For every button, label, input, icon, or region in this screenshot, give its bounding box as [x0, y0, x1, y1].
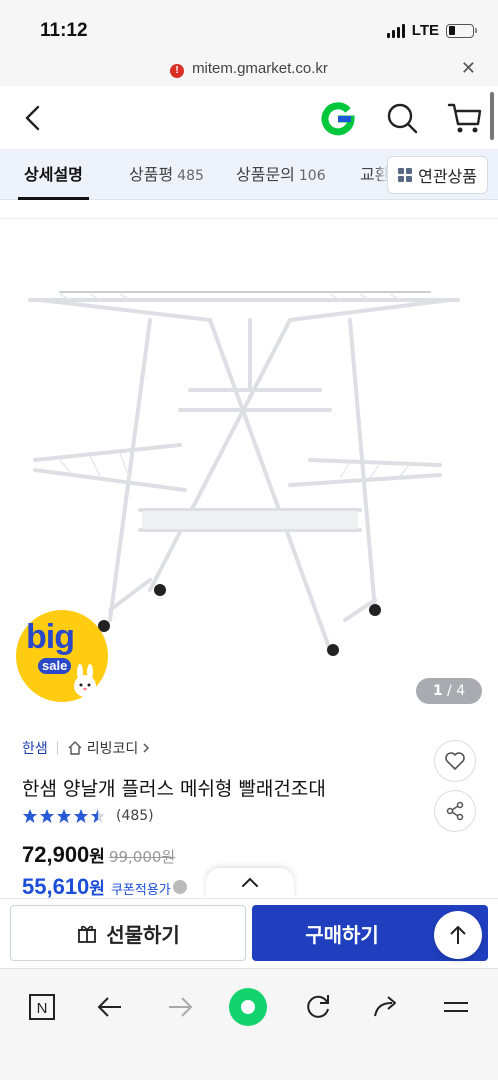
tab-inquiries[interactable]: 상품문의 106 — [236, 150, 326, 200]
coupon-price: 55,610 — [22, 874, 90, 899]
category-link[interactable]: 리빙코디 — [67, 738, 151, 758]
home-letter: N — [37, 1000, 48, 1017]
network-type: LTE — [411, 22, 439, 39]
star-icon — [91, 809, 105, 823]
tab-description[interactable]: 상세설명 — [18, 150, 89, 200]
purchase-bar: 선물하기 구매하기 — [0, 898, 498, 968]
search-button[interactable] — [384, 100, 420, 136]
battery-icon — [446, 23, 477, 38]
scroll-top-button[interactable] — [434, 911, 482, 959]
tab-label: 상품문의 — [236, 165, 295, 184]
green-dot-button[interactable] — [226, 985, 270, 1029]
browser-forward-button[interactable] — [158, 985, 202, 1029]
refresh-icon — [307, 995, 329, 1018]
tab-label: 상품평 — [129, 165, 174, 184]
app-header — [0, 86, 498, 150]
coupon-label: 쿠폰적용가 — [110, 883, 171, 898]
review-count: (485) — [116, 808, 154, 824]
current-page: 1 — [432, 683, 443, 699]
related-label: 연관상품 — [418, 167, 477, 186]
star-icon — [40, 809, 54, 823]
tab-count: 106 — [298, 168, 326, 184]
url-text: mitem.gmarket.co.kr — [192, 60, 328, 77]
naver-home-icon: N — [29, 994, 55, 1020]
share-button[interactable] — [434, 790, 476, 832]
bunny-icon — [74, 664, 96, 697]
image-page-indicator: 1 / 4 — [416, 678, 482, 704]
naver-home-button[interactable]: N — [20, 985, 64, 1029]
gift-label: 선물하기 — [106, 922, 180, 947]
forward-arrow-icon — [169, 997, 193, 1017]
refresh-button[interactable] — [296, 985, 340, 1029]
badge-big-text: big — [26, 618, 75, 656]
browser-back-button[interactable] — [88, 985, 132, 1029]
wishlist-button[interactable] — [434, 740, 476, 782]
product-image-gallery[interactable]: big sale 1 / 4 — [0, 220, 498, 720]
category-label: 리빙코디 — [86, 741, 139, 757]
status-icons: LTE — [386, 22, 477, 39]
gift-button[interactable]: 선물하기 — [10, 905, 246, 961]
browser-toolbar: N — [0, 968, 498, 1080]
price-unit: 원 — [89, 847, 105, 867]
tab-label: 교환 — [360, 165, 390, 184]
g-logo-icon — [321, 102, 355, 136]
back-arrow-icon — [97, 997, 121, 1017]
info-icon[interactable] — [172, 880, 187, 894]
home-icon — [68, 741, 82, 755]
back-icon — [25, 105, 40, 131]
green-dot-icon — [229, 988, 267, 1026]
tab-bar: 상세설명 상품평 485 상품문의 106 교환 연관상품 — [0, 150, 498, 200]
brand-row: 한샘 리빙코디 — [22, 738, 150, 758]
content-peek — [0, 201, 498, 219]
status-time: 11:12 — [40, 20, 88, 41]
sale-price: 72,900 — [22, 842, 90, 867]
scroll-indicator — [490, 92, 494, 140]
signal-icon — [386, 23, 405, 38]
back-button[interactable] — [16, 100, 52, 136]
divider — [56, 741, 58, 755]
gmarket-logo[interactable] — [320, 101, 356, 137]
tab-reviews[interactable]: 상품평 485 — [129, 150, 204, 200]
share-nodes-icon — [446, 801, 464, 821]
browser-share-button[interactable] — [364, 985, 408, 1029]
cart-button[interactable] — [446, 100, 484, 136]
gift-icon — [78, 925, 97, 943]
product-title: 한샘 양날개 플러스 메쉬형 빨래건조대 — [22, 778, 326, 800]
brand-link[interactable]: 한샘 — [22, 738, 48, 758]
cart-icon — [447, 103, 482, 133]
total-pages: 4 — [456, 683, 466, 699]
heart-icon — [445, 752, 465, 770]
chevron-up-icon — [242, 877, 258, 887]
big-sale-badge: big sale — [16, 610, 108, 702]
original-price: 99,000원 — [108, 848, 176, 866]
coupon-price-unit: 원 — [89, 879, 105, 899]
grid-icon — [398, 168, 413, 182]
star-icon — [23, 809, 37, 823]
chevron-right-icon — [143, 743, 150, 753]
price-row: 72,900 원 99,000원 — [22, 842, 175, 868]
share-icon — [374, 996, 396, 1017]
star-icon — [57, 809, 71, 823]
related-products-button[interactable]: 연관상품 — [387, 156, 488, 194]
tab-label: 상세설명 — [24, 165, 83, 184]
menu-icon — [444, 1002, 468, 1012]
close-icon[interactable]: ✕ — [461, 58, 476, 79]
expand-toggle[interactable] — [206, 868, 294, 900]
menu-button[interactable] — [434, 985, 478, 1029]
tab-count: 485 — [177, 168, 204, 184]
star-icon — [74, 809, 88, 823]
warning-icon: ! — [170, 64, 185, 78]
rating-stars — [22, 808, 106, 824]
coupon-price-row[interactable]: 55,610 원 쿠폰적용가 — [22, 874, 187, 900]
buy-label: 구매하기 — [305, 922, 379, 947]
rating-row[interactable]: (485) — [22, 808, 154, 824]
page-separator: / — [447, 683, 452, 699]
search-icon — [387, 103, 418, 134]
url-display[interactable]: ! mitem.gmarket.co.kr — [0, 60, 498, 78]
arrow-up-icon — [450, 926, 466, 944]
tab-exchange[interactable]: 교환 — [360, 150, 389, 200]
badge-sale-text: sale — [38, 658, 72, 674]
url-bar[interactable]: ! mitem.gmarket.co.kr ✕ — [0, 58, 498, 86]
status-bar: 11:12 LTE — [0, 0, 498, 58]
